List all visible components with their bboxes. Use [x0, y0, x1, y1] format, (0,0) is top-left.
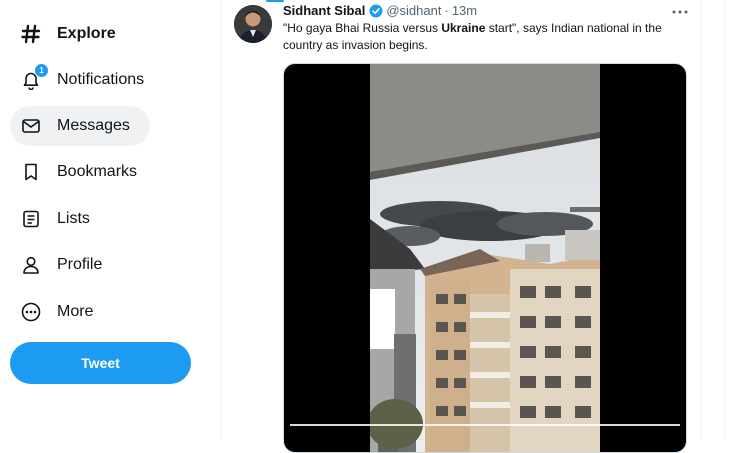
right-panel-edge	[724, 0, 738, 440]
sidebar-item-label: Bookmarks	[57, 163, 138, 180]
tweet-text-bold: Ukraine	[441, 21, 486, 35]
tweet-video[interactable]	[283, 63, 687, 453]
notification-count-badge: 1	[34, 63, 49, 78]
sidebar-item-profile[interactable]: Profile	[10, 245, 114, 285]
more-circle-icon	[20, 301, 42, 323]
sidebar-item-label: More	[57, 303, 94, 320]
list-icon	[20, 208, 42, 230]
avatar[interactable]	[234, 5, 272, 43]
more-options-icon[interactable]	[670, 4, 690, 20]
bookmark-icon	[20, 161, 42, 183]
verified-badge-icon	[369, 4, 383, 18]
sidebar-item-bookmarks[interactable]: Bookmarks	[10, 152, 149, 192]
sidebar-item-label: Profile	[57, 256, 103, 273]
sidebar-item-label: Messages	[57, 117, 130, 134]
sidebar-item-messages[interactable]: Messages	[10, 106, 150, 146]
video-frame	[370, 64, 600, 452]
tweet-button[interactable]: Tweet	[10, 342, 191, 384]
sidebar-item-explore[interactable]: Explore	[10, 14, 128, 54]
top-accent-bar	[266, 0, 284, 2]
tweet-text-part: "Ho gaya Bhai Russia versus	[283, 21, 442, 35]
author-handle[interactable]: @sidhant	[386, 3, 441, 18]
tweet-text: "Ho gaya Bhai Russia versus Ukraine star…	[283, 20, 683, 54]
sidebar-nav: Explore 1 Notifications Messages Bookmar…	[0, 0, 221, 440]
sidebar-item-label: Notifications	[57, 71, 145, 88]
sidebar-item-label: Lists	[57, 210, 90, 227]
bell-icon: 1	[20, 63, 49, 91]
hashtag-icon	[20, 23, 42, 45]
tweet-header: Sidhant Sibal @sidhant · 13m	[283, 3, 477, 18]
video-progress-bar[interactable]	[290, 424, 680, 426]
tweet-timestamp[interactable]: 13m	[452, 3, 477, 18]
sidebar-item-more[interactable]: More	[10, 292, 105, 332]
envelope-icon	[20, 115, 42, 137]
sidebar-item-label: Explore	[57, 25, 116, 42]
sidebar-item-lists[interactable]: Lists	[10, 199, 102, 239]
sidebar-item-notifications[interactable]: 1 Notifications	[10, 60, 156, 100]
person-icon	[20, 254, 42, 276]
separator-dot: ·	[444, 3, 449, 18]
author-name[interactable]: Sidhant Sibal	[283, 3, 365, 18]
